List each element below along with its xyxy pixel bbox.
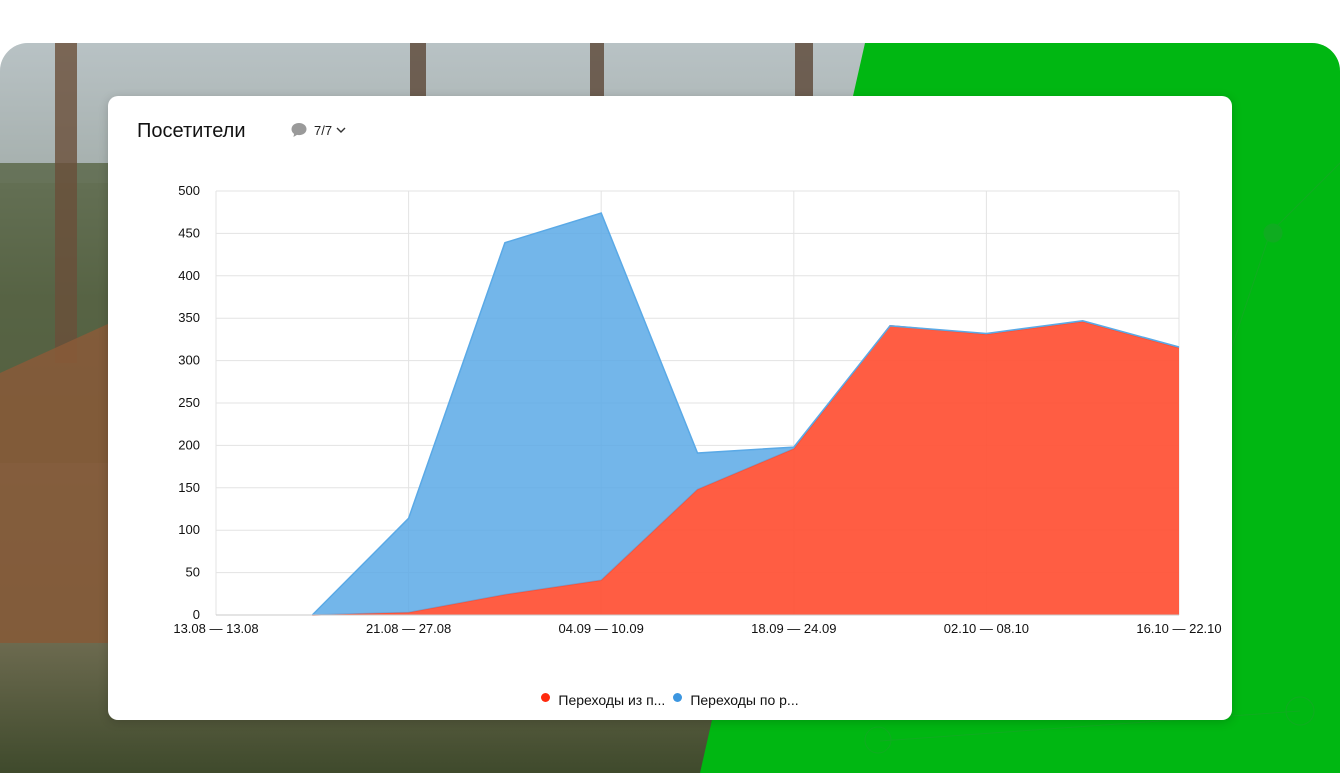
x-tick-label: 18.09 — 24.09: [751, 621, 836, 636]
visitors-chart-card: Посетители 7/7 0 50 100 150 200 250 300 350 400 4…: [108, 96, 1232, 720]
legend-label-red: Переходы из п...: [558, 692, 666, 708]
x-tick-label: 04.09 — 10.09: [559, 621, 644, 636]
y-tick-label: 50: [186, 565, 200, 580]
y-tick-label: 300: [178, 353, 200, 368]
legend-item-red[interactable]: Переходы из п...: [541, 692, 665, 708]
y-tick-label: 450: [178, 225, 200, 240]
y-tick-label: 0: [193, 607, 200, 622]
y-tick-label: 100: [178, 522, 200, 537]
legend-swatch-blue: [673, 692, 683, 702]
x-tick-label: 13.08 — 13.08: [173, 621, 258, 636]
y-tick-label: 250: [178, 395, 200, 410]
x-tick-label: 02.10 — 08.10: [944, 621, 1029, 636]
chart-legend: Переходы из п... Переходы по р...: [108, 690, 1232, 710]
y-tick-label: 350: [178, 310, 200, 325]
y-tick-label: 150: [178, 480, 200, 495]
legend-item-blue[interactable]: Переходы по р...: [673, 692, 799, 708]
area-chart: 0 50 100 150 200 250 300 350 400 450 500 13.08 — 13…: [173, 183, 1221, 636]
y-tick-label: 200: [178, 437, 200, 452]
legend-label-blue: Переходы по р...: [690, 692, 799, 708]
y-tick-label: 400: [178, 268, 200, 283]
legend-swatch-red: [541, 692, 551, 702]
x-tick-label: 21.08 — 27.08: [366, 621, 451, 636]
x-tick-label: 16.10 — 22.10: [1136, 621, 1221, 636]
y-tick-label: 500: [178, 183, 200, 198]
